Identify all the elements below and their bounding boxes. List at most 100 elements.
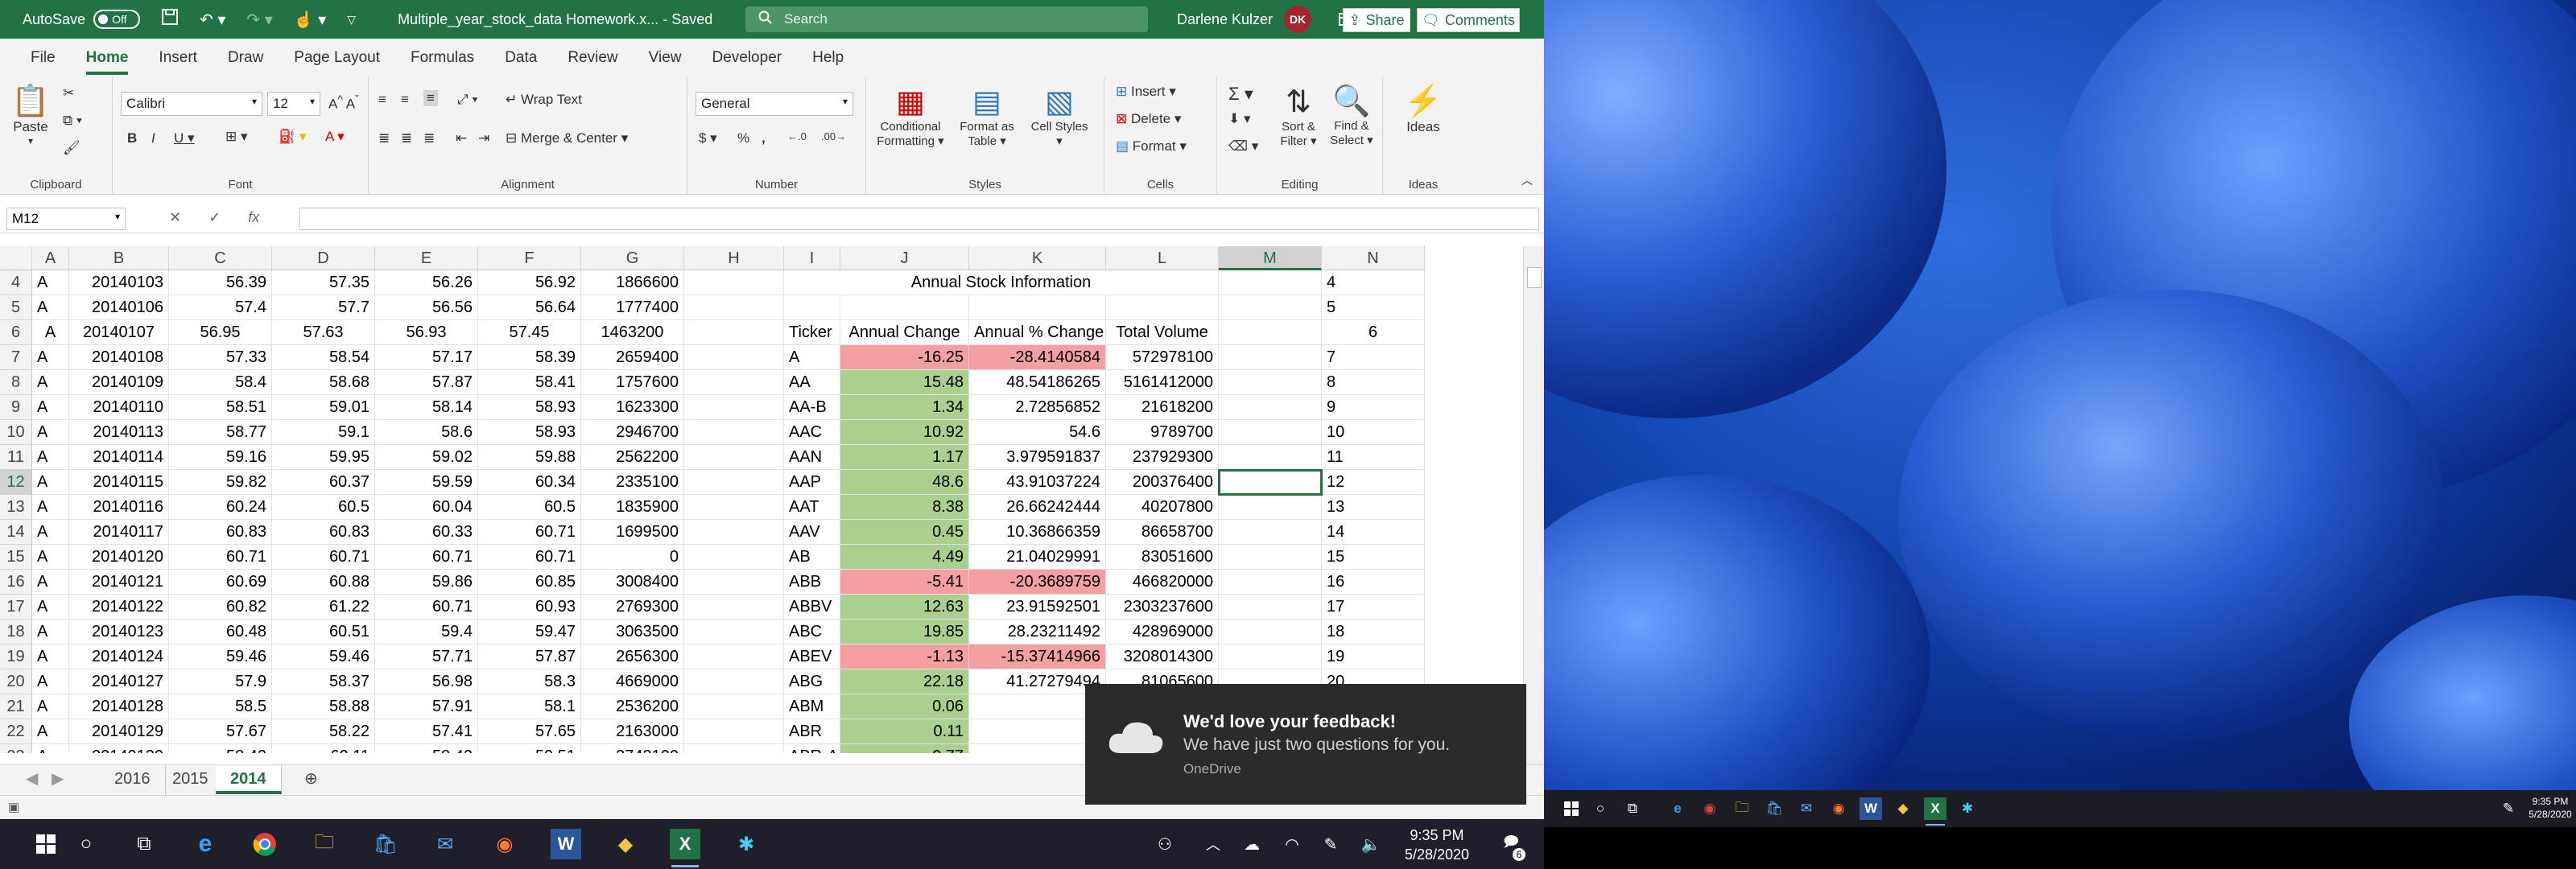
column-header-g[interactable]: G (581, 246, 684, 270)
cell-e8[interactable]: 57.87 (375, 370, 478, 395)
secondary-slack-icon[interactable]: ✱ (1956, 797, 1979, 820)
secondary-word-icon[interactable]: W (1860, 797, 1882, 820)
cell-g14[interactable]: 1699500 (581, 520, 684, 545)
cell-g11[interactable]: 2562200 (581, 445, 684, 470)
cell-b15[interactable]: 20140120 (69, 545, 169, 570)
merge-center-button[interactable]: ⊟ Merge & Center ▾ (506, 130, 628, 146)
cell-l17[interactable]: 2303237600 (1106, 595, 1219, 620)
cell-f21[interactable]: 58.1 (478, 694, 581, 719)
cell-c17[interactable]: 60.82 (169, 595, 272, 620)
formula-input[interactable] (299, 208, 1539, 230)
cell-i16[interactable]: ABB (784, 570, 840, 595)
cell-a4[interactable]: A (32, 270, 69, 295)
secondary-gitkraken-icon[interactable]: ◆ (1892, 797, 1914, 820)
delete-cells-button[interactable]: ⊠ Delete ▾ (1116, 111, 1181, 127)
cell-g15[interactable]: 0 (581, 545, 684, 570)
cell-d19[interactable]: 59.46 (272, 645, 375, 669)
menu-draw[interactable]: Draw (228, 41, 263, 75)
cell-g4[interactable]: 1866600 (581, 270, 684, 295)
cell-k5[interactable] (969, 295, 1106, 320)
cell-n7[interactable]: 7 (1322, 345, 1425, 370)
cell-k14[interactable]: 10.36866359 (969, 520, 1106, 545)
align-middle-icon[interactable]: ≡ (401, 92, 409, 108)
cell-k11[interactable]: 3.979591837 (969, 445, 1106, 470)
cell-m11[interactable] (1219, 445, 1322, 470)
collapse-ribbon-icon[interactable]: ︿ (1521, 172, 1533, 188)
cell-g22[interactable]: 2163000 (581, 719, 684, 744)
cell-d10[interactable]: 59.1 (272, 420, 375, 445)
cell-b19[interactable]: 20140124 (69, 645, 169, 669)
wrap-text-button[interactable]: ↵ Wrap Text (506, 92, 582, 108)
cell-g17[interactable]: 2769300 (581, 595, 684, 620)
cell-g9[interactable]: 1623300 (581, 395, 684, 420)
cell-f20[interactable]: 58.3 (478, 669, 581, 694)
cell-d23[interactable]: 60.11 (272, 744, 375, 753)
cell-j16[interactable]: -5.41 (840, 570, 969, 595)
cell-j19[interactable]: -1.13 (840, 645, 969, 669)
sheet-tab-2014[interactable]: 2014 (216, 765, 282, 794)
cell-m19[interactable] (1219, 645, 1322, 669)
row-header[interactable]: 13 (0, 495, 32, 520)
cell-n9[interactable]: 9 (1322, 395, 1425, 420)
cell-j13[interactable]: 8.38 (840, 495, 969, 520)
people-icon[interactable]: ⚇ (1150, 829, 1180, 859)
cell-d12[interactable]: 60.37 (272, 470, 375, 495)
cell-f9[interactable]: 58.93 (478, 395, 581, 420)
cell-e7[interactable]: 57.17 (375, 345, 478, 370)
touch-mode-icon[interactable]: ☝ ▾ (294, 10, 327, 30)
pen-icon[interactable]: ✎ (1315, 829, 1346, 859)
cell-i5[interactable] (784, 295, 840, 320)
menu-home[interactable]: Home (85, 41, 129, 75)
secondary-firefox-icon[interactable]: ◉ (1827, 797, 1850, 820)
cell-h15[interactable] (684, 545, 784, 570)
secondary-chrome-icon[interactable]: ◉ (1699, 797, 1721, 820)
cell-d14[interactable]: 60.83 (272, 520, 375, 545)
column-header-j[interactable]: J (840, 246, 969, 270)
cell-m16[interactable] (1219, 570, 1322, 595)
cell-j14[interactable]: 0.45 (840, 520, 969, 545)
cell-m7[interactable] (1219, 345, 1322, 370)
cell-l11[interactable]: 237929300 (1106, 445, 1219, 470)
cell-b14[interactable]: 20140117 (69, 520, 169, 545)
cell-styles-button[interactable]: ▧ Cell Styles ▾ (1027, 84, 1092, 148)
cell-d7[interactable]: 58.54 (272, 345, 375, 370)
cell-f13[interactable]: 60.5 (478, 495, 581, 520)
cell-h22[interactable] (684, 719, 784, 744)
cell-l10[interactable]: 9789700 (1106, 420, 1219, 445)
macro-record-icon[interactable]: ▣ (8, 800, 19, 814)
cell-f19[interactable]: 57.87 (478, 645, 581, 669)
cell-m15[interactable] (1219, 545, 1322, 570)
cell-a12[interactable]: A (32, 470, 69, 495)
cell-b5[interactable]: 20140106 (69, 295, 169, 320)
cell-g13[interactable]: 1835900 (581, 495, 684, 520)
comma-icon[interactable]: , (762, 130, 766, 146)
column-header-i[interactable]: I (784, 246, 840, 270)
font-size-select[interactable]: 12 ▾ (267, 92, 320, 116)
column-header-d[interactable]: D (272, 246, 375, 270)
cell-l8[interactable]: 5161412000 (1106, 370, 1219, 395)
cell-m13[interactable] (1219, 495, 1322, 520)
cell-l9[interactable]: 21618200 (1106, 395, 1219, 420)
cell-l19[interactable]: 3208014300 (1106, 645, 1219, 669)
cell-c21[interactable]: 58.5 (169, 694, 272, 719)
cell-a8[interactable]: A (32, 370, 69, 395)
cell-n13[interactable]: 13 (1322, 495, 1425, 520)
autosave[interactable]: AutoSave Off (23, 10, 141, 29)
cell-l13[interactable]: 40207800 (1106, 495, 1219, 520)
row-header[interactable]: 4 (0, 270, 32, 295)
name-box[interactable]: M12 ▾ (6, 208, 126, 230)
cell-f11[interactable]: 59.88 (478, 445, 581, 470)
cell-j20[interactable]: 22.18 (840, 669, 969, 694)
cell-a7[interactable]: A (32, 345, 69, 370)
cell-e21[interactable]: 57.91 (375, 694, 478, 719)
cell-i10[interactable]: AAC (784, 420, 840, 445)
annual-stock-info-header[interactable]: Annual Stock Information (784, 270, 1219, 295)
column-header-n[interactable]: N (1322, 246, 1425, 270)
row-header[interactable]: 5 (0, 295, 32, 320)
windows-start-icon[interactable] (31, 829, 61, 859)
cell-c23[interactable]: 58.42 (169, 744, 272, 753)
row-header[interactable]: 17 (0, 595, 32, 620)
add-sheet-icon[interactable]: ⊕ (290, 765, 332, 794)
cell-j17[interactable]: 12.63 (840, 595, 969, 620)
cell-i13[interactable]: AAT (784, 495, 840, 520)
